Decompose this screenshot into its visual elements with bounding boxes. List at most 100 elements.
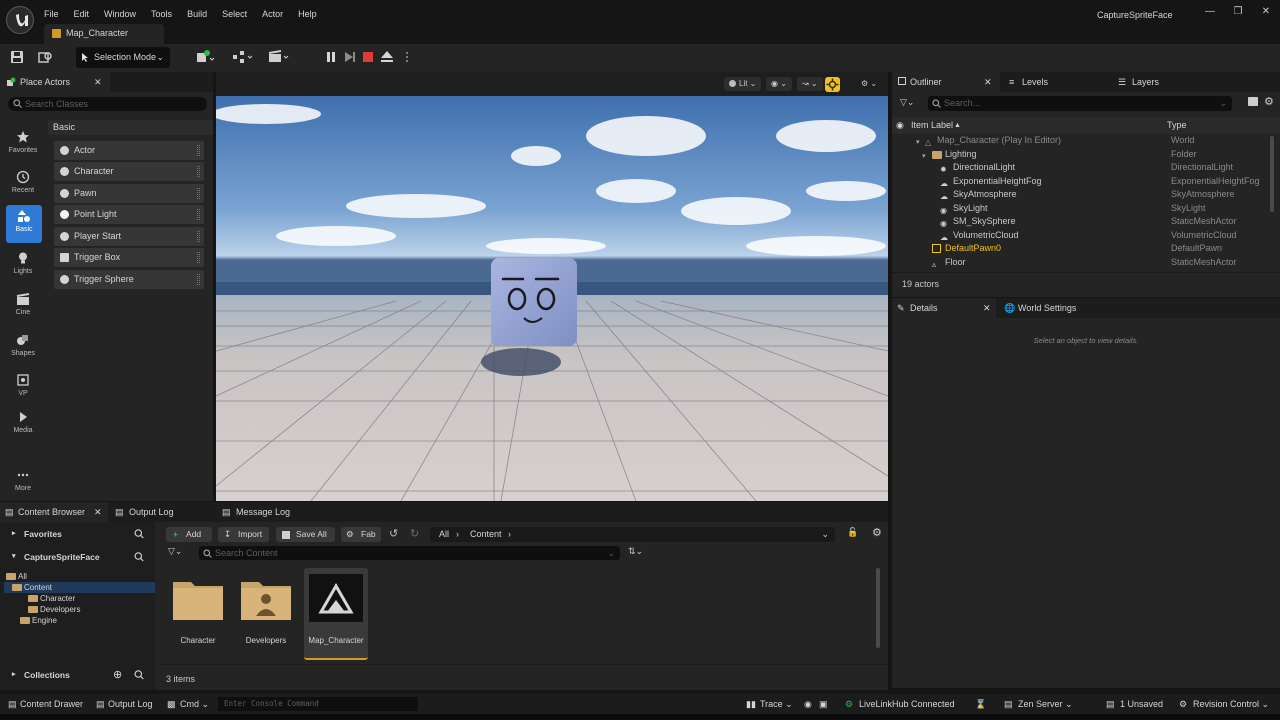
- lit-mode-dropdown[interactable]: Lit ⌄: [724, 77, 762, 91]
- import-button[interactable]: ↧ Import: [218, 527, 269, 542]
- livelink-status[interactable]: ⚙ LiveLinkHub Connected: [845, 694, 955, 714]
- tree-row-world[interactable]: ▾ △ Map_Character (Play In Editor) World: [892, 134, 1272, 148]
- asset-scrollbar[interactable]: [876, 568, 880, 648]
- drag-handle-icon[interactable]: [197, 209, 200, 220]
- save-all-button[interactable]: Save All: [276, 527, 335, 542]
- menu-file[interactable]: File: [44, 9, 59, 19]
- zen-server-dropdown[interactable]: ▤ Zen Server ⌄: [1004, 694, 1073, 714]
- tab-details[interactable]: ✎ Details ✕: [892, 298, 996, 318]
- outliner-scrollbar[interactable]: [1270, 136, 1274, 212]
- tree-developers[interactable]: Developers: [28, 604, 80, 615]
- cinematics-icon[interactable]: [268, 50, 289, 66]
- eject-button[interactable]: [378, 48, 396, 66]
- actor-item-trigger-sphere[interactable]: Trigger Sphere: [54, 270, 204, 289]
- drag-handle-icon[interactable]: [197, 145, 200, 156]
- maximize-icon[interactable]: ❐: [1231, 6, 1245, 20]
- tab-world-settings[interactable]: 🌐 World Settings: [1000, 298, 1076, 318]
- category-cine[interactable]: Cine: [0, 288, 46, 326]
- breadcrumb-content[interactable]: Content: [470, 527, 502, 542]
- show-flags-dropdown[interactable]: ◉ ⌄: [766, 77, 792, 91]
- pause-button[interactable]: [322, 48, 340, 66]
- tree-row-directionallight[interactable]: ✹ DirectionalLight DirectionalLight: [892, 161, 1272, 175]
- category-media[interactable]: Media: [0, 406, 46, 444]
- actor-item-character[interactable]: Character: [54, 162, 204, 181]
- close-tab-icon[interactable]: ✕: [94, 72, 102, 92]
- tab-levels[interactable]: ≡ Levels: [1004, 72, 1048, 92]
- favorites-section[interactable]: ▸ Favorites: [0, 523, 155, 545]
- chevron-down-icon[interactable]: ⌄: [821, 527, 829, 542]
- menu-edit[interactable]: Edit: [74, 9, 90, 19]
- category-basic[interactable]: Basic: [6, 205, 42, 243]
- tree-character[interactable]: Character: [28, 593, 75, 604]
- add-button[interactable]: + Add: [166, 527, 212, 542]
- category-recent[interactable]: Recent: [0, 166, 46, 204]
- tab-message-log[interactable]: ▤ Message Log: [218, 502, 290, 522]
- tab-content-browser[interactable]: ▤ Content Browser ✕: [0, 502, 108, 522]
- menu-select[interactable]: Select: [222, 9, 247, 19]
- cmd-dropdown[interactable]: ▩ Cmd ⌄: [167, 694, 209, 714]
- tree-content[interactable]: Content: [4, 582, 155, 593]
- snapping-dropdown[interactable]: ↝ ⌄: [797, 77, 823, 91]
- trace-dropdown[interactable]: ▮▮ Trace ⌄: [746, 694, 793, 714]
- search-icon[interactable]: [134, 664, 144, 686]
- col-type[interactable]: Type: [1167, 117, 1187, 134]
- drag-handle-icon[interactable]: [197, 252, 200, 263]
- output-log-button[interactable]: ▤ Output Log: [96, 694, 153, 714]
- actor-item-actor[interactable]: Actor: [54, 141, 204, 160]
- tab-output-log[interactable]: ▤ Output Log: [111, 502, 174, 522]
- close-tab-icon[interactable]: ✕: [984, 72, 992, 92]
- actor-item-point-light[interactable]: Point Light: [54, 205, 204, 224]
- actor-item-pawn[interactable]: Pawn: [54, 184, 204, 203]
- viewport-settings-dropdown[interactable]: ⚙ ⌄: [856, 77, 882, 91]
- history-back-icon[interactable]: ↺: [389, 527, 398, 540]
- asset-map-character[interactable]: Map_Character: [304, 568, 368, 660]
- add-collection-icon[interactable]: ⊕: [113, 664, 122, 686]
- category-lights[interactable]: Lights: [0, 247, 46, 285]
- more-options-icon[interactable]: [398, 48, 416, 66]
- unreal-logo-icon[interactable]: [6, 6, 34, 34]
- tab-outliner[interactable]: Outliner ✕: [892, 72, 1000, 92]
- save-icon[interactable]: [10, 50, 26, 66]
- unsaved-indicator[interactable]: ▤ 1 Unsaved: [1106, 694, 1163, 714]
- menu-build[interactable]: Build: [187, 9, 207, 19]
- sort-icon[interactable]: ⇅⌄: [628, 546, 643, 557]
- project-section[interactable]: ▾ CaptureSpriteFace: [0, 546, 155, 568]
- blueprint-icon[interactable]: [232, 50, 253, 66]
- menu-actor[interactable]: Actor: [262, 9, 283, 19]
- filter-icon[interactable]: ▽⌄: [168, 546, 182, 557]
- actor-item-trigger-box[interactable]: Trigger Box: [54, 248, 204, 267]
- tree-row-skyatmosphere[interactable]: ☁ SkyAtmosphere SkyAtmosphere: [892, 188, 1272, 202]
- col-item-label[interactable]: Item Label: [911, 117, 953, 134]
- expand-arrow-icon[interactable]: ▸: [12, 523, 16, 545]
- console-command-input[interactable]: Enter Console Command: [218, 697, 418, 711]
- outliner-search-input[interactable]: Search... ⌄: [928, 96, 1232, 111]
- close-icon[interactable]: ✕: [1259, 6, 1273, 20]
- realtime-toggle-icon[interactable]: [825, 77, 840, 92]
- actor-item-player-start[interactable]: Player Start: [54, 227, 204, 246]
- search-icon[interactable]: [134, 546, 144, 568]
- content-drawer-button[interactable]: ▤ Content Drawer: [8, 694, 83, 714]
- minimize-icon[interactable]: —: [1203, 6, 1217, 20]
- tree-row-skysphere[interactable]: ◉ SM_SkySphere StaticMeshActor: [892, 215, 1272, 229]
- map-tab[interactable]: Map_Character: [44, 24, 164, 44]
- asset-folder-character[interactable]: Character: [166, 568, 230, 660]
- screenshot-icon[interactable]: ▣: [819, 694, 828, 714]
- settings-gear-icon[interactable]: ⚙: [872, 526, 882, 539]
- menu-tools[interactable]: Tools: [151, 9, 172, 19]
- expand-arrow-icon[interactable]: ▸: [12, 664, 16, 686]
- search-classes-input[interactable]: Search Classes: [8, 97, 207, 111]
- new-folder-icon[interactable]: [1248, 97, 1258, 106]
- tab-place-actors[interactable]: Place Actors ✕: [0, 72, 110, 92]
- tree-row-floor[interactable]: ▵ Floor StaticMeshActor: [892, 256, 1272, 270]
- drag-handle-icon[interactable]: [197, 166, 200, 177]
- tree-row-volumetriccloud[interactable]: ☁ VolumetricCloud VolumetricCloud: [892, 229, 1272, 243]
- record-icon[interactable]: ◉: [804, 694, 812, 714]
- tree-row-lighting[interactable]: ▾ Lighting Folder: [892, 148, 1272, 162]
- expand-arrow-icon[interactable]: ▾: [12, 546, 16, 568]
- level-viewport[interactable]: Lit ⌄ ◉ ⌄ ↝ ⌄ ⚙ ⌄: [216, 72, 888, 501]
- drag-handle-icon[interactable]: [197, 188, 200, 199]
- drag-handle-icon[interactable]: [197, 231, 200, 242]
- collections-section[interactable]: ▸ Collections ⊕: [0, 664, 155, 686]
- settings-gear-icon[interactable]: ⚙: [1264, 95, 1274, 108]
- viewport-scene[interactable]: [216, 96, 888, 501]
